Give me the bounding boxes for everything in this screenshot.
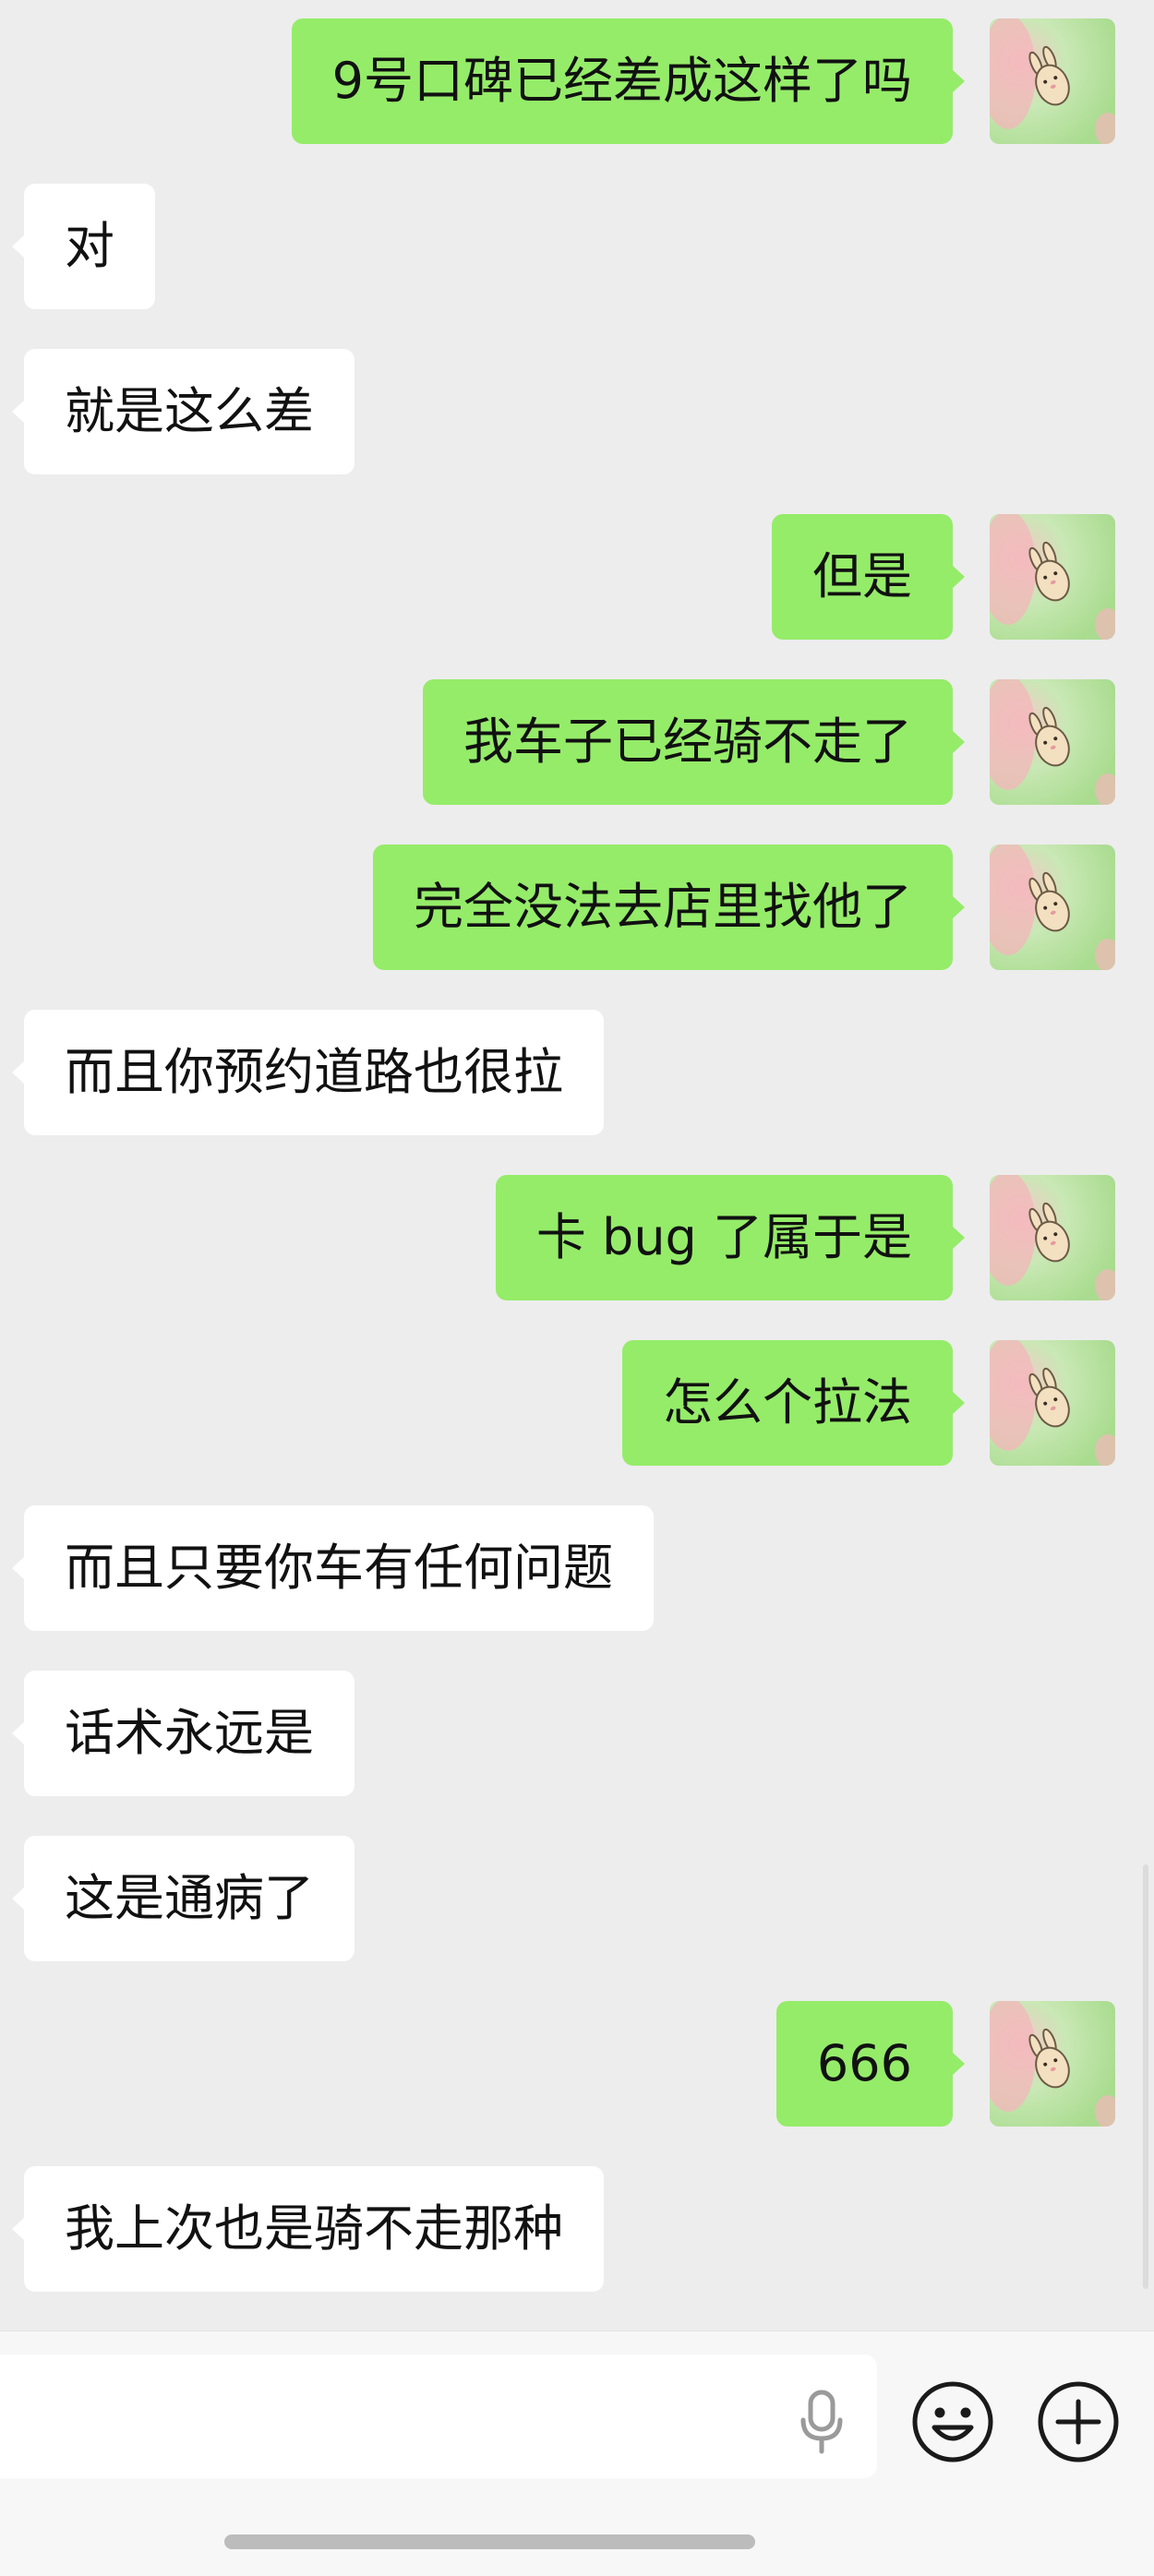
bunny-avatar-icon [990,1340,1115,1466]
message-bubble-incoming[interactable]: 对 [12,184,155,309]
message-bubble-outgoing[interactable]: 666 [775,2001,966,2127]
message-row-outgoing: 完全没法去店里找他了 [0,845,1154,970]
my-avatar[interactable] [990,18,1115,144]
message-row-incoming: 对 [0,184,1154,309]
plus-icon[interactable] [1036,2379,1121,2464]
message-bubble-incoming[interactable]: 这是通病了 [12,1836,355,1961]
message-bubble-outgoing[interactable]: 但是 [772,514,965,640]
message-bubble-outgoing[interactable]: 完全没法去店里找他了 [373,845,965,970]
message-row-incoming: 而且只要你车有任何问题 [0,1505,1154,1631]
message-row-incoming: 而且你预约道路也很拉 [0,1010,1154,1135]
smiley-icon[interactable] [910,2379,995,2464]
message-input-bar [0,2330,1154,2576]
my-avatar[interactable] [990,2001,1115,2127]
my-avatar[interactable] [990,845,1115,970]
message-bubble-incoming[interactable]: 就是这么差 [12,349,355,474]
message-bubble-outgoing[interactable]: 怎么个拉法 [622,1340,965,1466]
message-bubble-incoming[interactable]: 而且你预约道路也很拉 [12,1010,604,1135]
chat-message-list: 9号口碑已经差成这样了吗 对 就是这么差 但是 我车子已经骑不走了 完全没法去店… [0,0,1154,2330]
my-avatar[interactable] [990,1175,1115,1300]
message-row-outgoing: 我车子已经骑不走了 [0,679,1154,805]
microphone-icon[interactable] [796,2389,847,2455]
message-row-incoming: 话术永远是 [0,1671,1154,1796]
message-row-outgoing: 卡 bug 了属于是 [0,1175,1154,1300]
message-bubble-incoming[interactable]: 我上次也是骑不走那种 [12,2166,604,2292]
message-text-input[interactable] [0,2354,877,2478]
home-indicator[interactable] [224,2534,755,2549]
message-row-incoming: 我上次也是骑不走那种 [0,2166,1154,2292]
message-row-outgoing: 9号口碑已经差成这样了吗 [0,18,1154,144]
message-row-outgoing: 怎么个拉法 [0,1340,1154,1466]
message-row-incoming: 就是这么差 [0,349,1154,474]
bunny-avatar-icon [990,679,1115,805]
message-bubble-outgoing[interactable]: 我车子已经骑不走了 [423,679,965,805]
message-row-incoming: 这是通病了 [0,1836,1154,1961]
bunny-avatar-icon [990,18,1115,144]
my-avatar[interactable] [990,679,1115,805]
bunny-avatar-icon [990,1175,1115,1300]
my-avatar[interactable] [990,514,1115,640]
message-bubble-outgoing[interactable]: 卡 bug 了属于是 [495,1175,966,1300]
bunny-avatar-icon [990,514,1115,640]
my-avatar[interactable] [990,1340,1115,1466]
message-bubble-outgoing[interactable]: 9号口碑已经差成这样了吗 [291,18,966,144]
chat-scrollbar[interactable] [1143,1864,1148,2289]
bunny-avatar-icon [990,845,1115,970]
message-row-outgoing: 但是 [0,514,1154,640]
message-row-outgoing: 666 [0,2001,1154,2127]
bunny-avatar-icon [990,2001,1115,2127]
message-bubble-incoming[interactable]: 话术永远是 [12,1671,355,1796]
message-bubble-incoming[interactable]: 而且只要你车有任何问题 [12,1505,654,1631]
